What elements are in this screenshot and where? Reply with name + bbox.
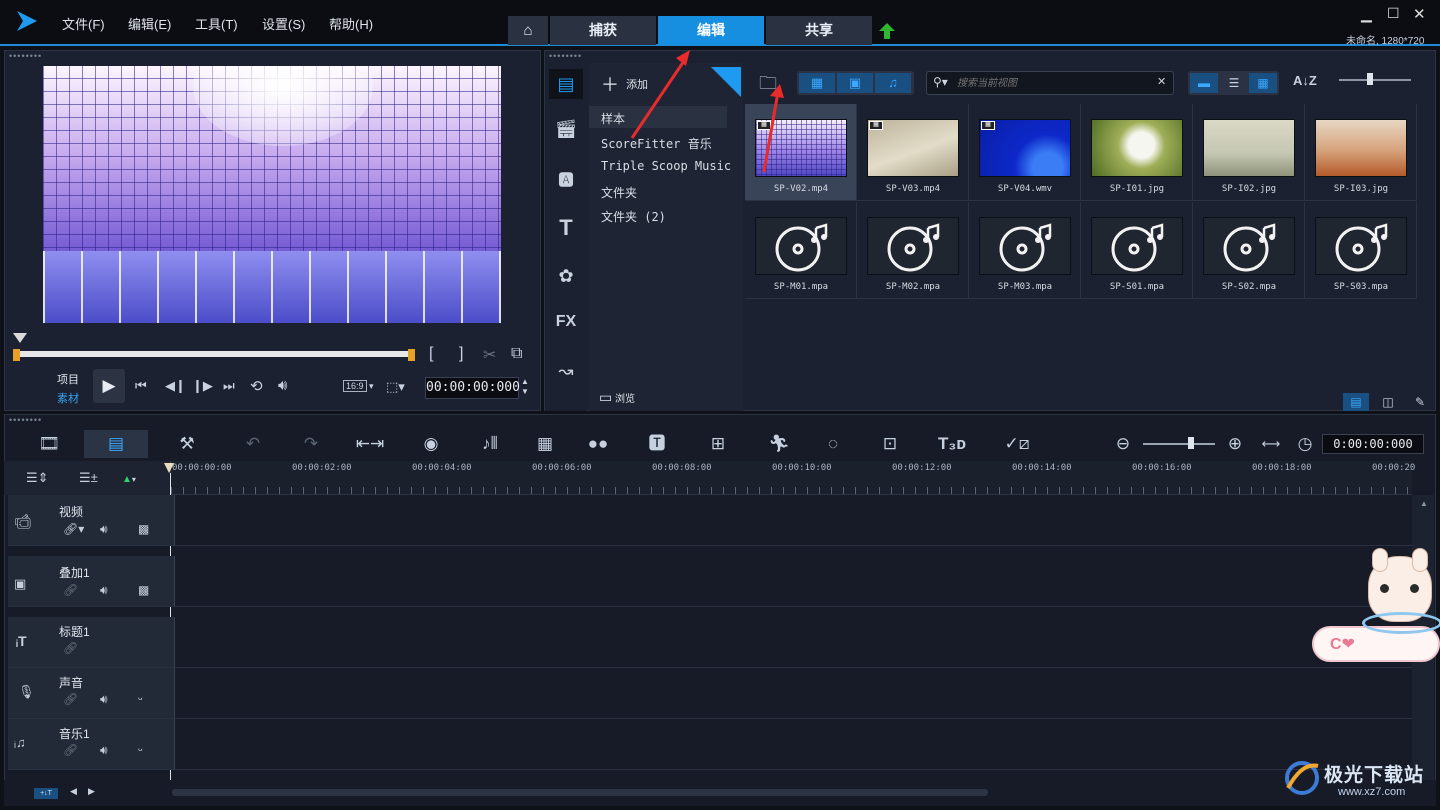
watermark: 极光下载站 www.xz7.com — [1282, 756, 1438, 806]
mascot-eye — [1410, 584, 1419, 593]
mascot-eye — [1380, 584, 1389, 593]
mascot-hoop — [1362, 612, 1440, 634]
watermark-logo-icon — [1285, 761, 1319, 795]
annotation-arrows — [630, 50, 784, 173]
watermark-url: www.xz7.com — [1338, 786, 1406, 798]
mascot-ear — [1412, 548, 1428, 572]
mascot-sticker: C❤ — [1312, 548, 1440, 666]
mascot-logo-icon: C❤ — [1330, 636, 1355, 653]
mascot-ear — [1372, 548, 1388, 572]
watermark-site: 极光下载站 — [1324, 765, 1425, 786]
